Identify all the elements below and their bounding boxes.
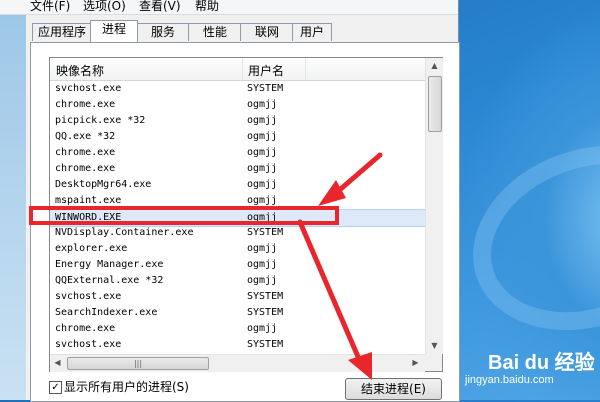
process-user-name: ogmjj: [247, 243, 278, 254]
table-row[interactable]: explorer.exe ogmjj: [50, 241, 425, 257]
process-user-name: SYSTEM: [247, 227, 284, 238]
process-user-name: ogmjj: [247, 179, 278, 190]
tab-users[interactable]: 用户: [292, 23, 332, 41]
table-row[interactable]: picpick.exe *32 ogmjj: [50, 113, 425, 129]
scrollbar-corner: [425, 354, 442, 371]
tab-strip: 应用程序 进程 服务 性能 联网 用户: [30, 20, 430, 42]
menu-view[interactable]: 查看(V): [139, 0, 181, 14]
process-user-name: SYSTEM: [247, 339, 284, 350]
process-user-name: ogmjj: [247, 163, 278, 174]
menu-file[interactable]: 文件(F): [30, 0, 70, 14]
menu-help[interactable]: 帮助: [195, 0, 219, 14]
table-row[interactable]: QQExternal.exe *32 ogmjj: [50, 273, 425, 289]
baidu-logo: Bai du 经验: [488, 352, 595, 374]
process-image-name: picpick.exe *32: [55, 115, 146, 126]
scroll-down-icon[interactable]: ▼: [427, 338, 442, 354]
tab-processes[interactable]: 进程: [90, 20, 138, 42]
table-row[interactable]: NVDisplay.Container.exe SYSTEM: [50, 225, 425, 241]
column-divider[interactable]: [305, 58, 306, 80]
horizontal-scrollbar[interactable]: ◀ ||| ▶: [50, 354, 425, 372]
process-image-name: svchost.exe: [55, 83, 122, 94]
scroll-left-icon[interactable]: ◀: [50, 355, 65, 371]
scroll-up-icon[interactable]: ▲: [427, 58, 442, 74]
table-row[interactable]: chrome.exe ogmjj: [50, 145, 425, 161]
process-user-name: ogmjj: [247, 99, 278, 110]
vertical-scrollbar[interactable]: ▲ ▼: [425, 58, 443, 354]
show-all-users-checkbox[interactable]: ✓: [49, 381, 62, 394]
process-image-name: svchost.exe: [55, 291, 122, 302]
process-image-name: DesktopMgr64.exe: [55, 179, 152, 190]
tab-performance[interactable]: 性能: [188, 23, 242, 41]
table-row[interactable]: DesktopMgr64.exe ogmjj: [50, 177, 425, 193]
column-header-user-name[interactable]: 用户名: [248, 62, 284, 79]
tab-applications[interactable]: 应用程序: [32, 23, 92, 41]
process-image-name: QQExternal.exe *32: [55, 275, 164, 286]
process-image-name: chrome.exe: [55, 99, 116, 110]
column-divider[interactable]: [242, 58, 243, 80]
table-row[interactable]: Energy Manager.exe ogmjj: [50, 257, 425, 273]
process-user-name: ogmjj: [247, 323, 278, 334]
table-row[interactable]: svchost.exe SYSTEM: [50, 289, 425, 305]
table-row[interactable]: svchost.exe SYSTEM: [50, 81, 425, 97]
scroll-right-icon[interactable]: ▶: [408, 355, 423, 371]
process-image-name: chrome.exe: [55, 163, 116, 174]
table-row[interactable]: QQ.exe *32 ogmjj: [50, 129, 425, 145]
end-process-button[interactable]: 结束进程(E): [345, 378, 442, 400]
process-user-name: ogmjj: [247, 275, 278, 286]
process-image-name: NVDisplay.Container.exe: [55, 227, 194, 238]
process-image-name: chrome.exe: [55, 147, 116, 158]
process-user-name: ogmjj: [247, 259, 278, 270]
process-user-name: ogmjj: [247, 115, 278, 126]
tab-services[interactable]: 服务: [136, 23, 190, 41]
process-user-name: SYSTEM: [247, 291, 284, 302]
process-user-name: ogmjj: [247, 131, 278, 142]
task-manager-window: 文件(F) 选项(O) 查看(V) 帮助 应用程序 进程 服务 性能 联网 用户…: [0, 0, 460, 402]
list-header: 映像名称 用户名: [50, 58, 425, 81]
table-row[interactable]: chrome.exe ogmjj: [50, 161, 425, 177]
process-image-name: explorer.exe: [55, 243, 128, 254]
show-all-users-label[interactable]: 显示所有用户的进程(S): [64, 378, 189, 395]
process-user-name: SYSTEM: [247, 83, 284, 94]
highlight-box: [29, 206, 339, 225]
horizontal-scroll-thumb[interactable]: |||: [67, 357, 209, 370]
process-image-name: SearchIndexer.exe: [55, 307, 158, 318]
watermark-url: jingyan.baidu.com: [465, 374, 554, 386]
menu-options[interactable]: 选项(O): [83, 0, 126, 14]
column-header-image-name[interactable]: 映像名称: [56, 62, 104, 79]
scroll-thumb[interactable]: [428, 76, 442, 132]
process-image-name: Energy Manager.exe: [55, 259, 164, 270]
process-user-name: SYSTEM: [247, 307, 284, 318]
process-image-name: QQ.exe *32: [55, 131, 116, 142]
process-image-name: svchost.exe: [55, 339, 122, 350]
window-frame-edge: [0, 0, 26, 400]
table-row[interactable]: chrome.exe ogmjj: [50, 321, 425, 337]
tab-networking[interactable]: 联网: [240, 23, 294, 41]
table-row[interactable]: svchost.exe SYSTEM: [50, 337, 425, 353]
process-user-name: ogmjj: [247, 147, 278, 158]
table-row[interactable]: chrome.exe ogmjj: [50, 97, 425, 113]
menu-bar: 文件(F) 选项(O) 查看(V) 帮助: [0, 0, 458, 15]
table-row[interactable]: SearchIndexer.exe SYSTEM: [50, 305, 425, 321]
process-image-name: chrome.exe: [55, 323, 116, 334]
